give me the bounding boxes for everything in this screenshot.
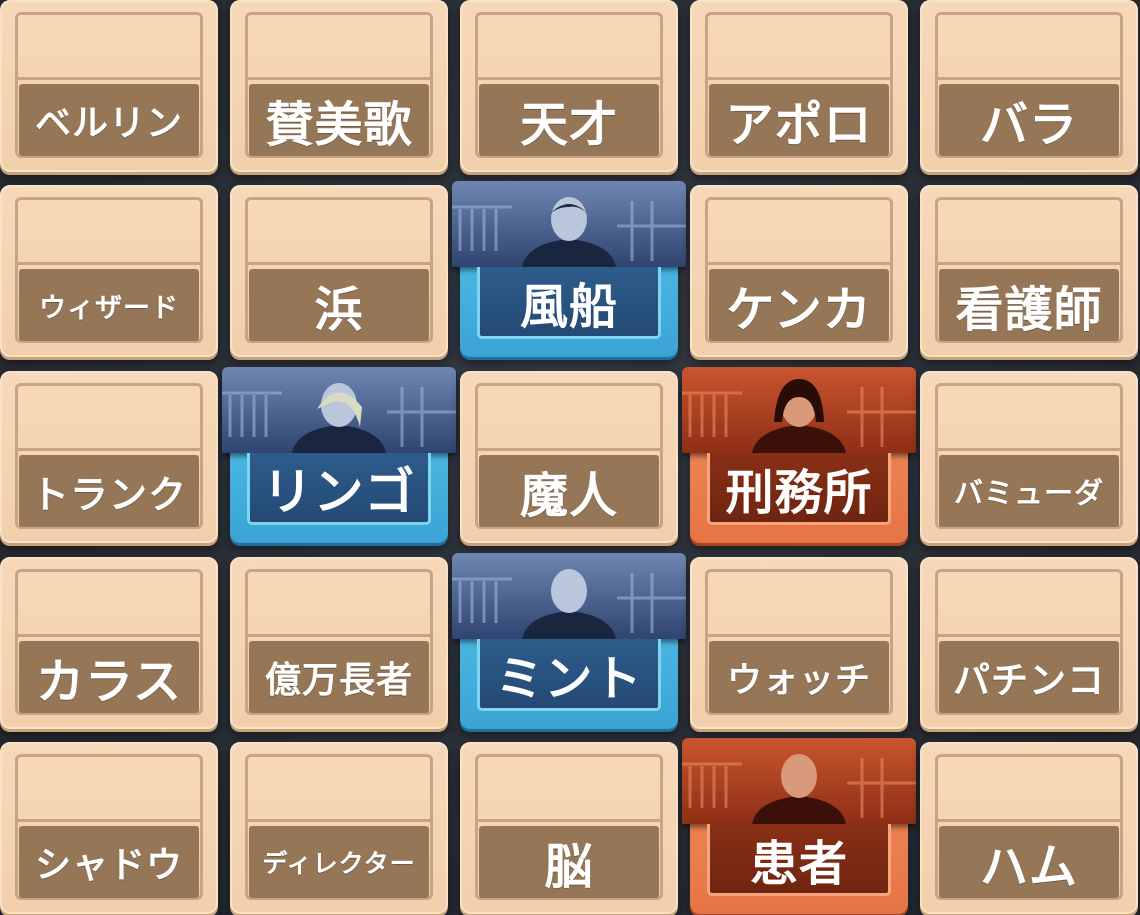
word-card[interactable]: ウィザード [0, 185, 218, 357]
word-card[interactable]: ハム [920, 742, 1138, 914]
card-word: バラ [939, 84, 1119, 156]
card-word: 刑務所 [707, 453, 891, 525]
agent-portrait-image [452, 553, 686, 639]
word-card[interactable]: トランク [0, 371, 218, 543]
word-card[interactable]: 天才 [460, 0, 678, 172]
agent-portrait-image [222, 367, 456, 453]
card-word: リンゴ [247, 453, 431, 525]
word-card[interactable]: バラ [920, 0, 1138, 172]
blue-agent-card[interactable]: リンゴ [222, 367, 456, 543]
card-word: ベルリン [19, 84, 199, 156]
card-word: 天才 [479, 84, 659, 156]
word-card[interactable]: バミューダ [920, 371, 1138, 543]
word-card[interactable]: 賛美歌 [230, 0, 448, 172]
word-card[interactable]: 浜 [230, 185, 448, 357]
card-word: 脳 [479, 826, 659, 898]
card-word: パチンコ [939, 641, 1119, 713]
card-word: 魔人 [479, 455, 659, 527]
card-word: ディレクター [249, 826, 429, 898]
game-board: ベルリン 賛美歌 天才 アポロ バラウィザード浜 風船 ケンカ 看護師トランク [0, 0, 1140, 915]
card-word: ケンカ [709, 269, 889, 341]
card-word: 浜 [249, 269, 429, 341]
card-word: カラス [19, 641, 199, 713]
blue-agent-card[interactable]: 風船 [452, 181, 686, 357]
card-word: アポロ [709, 84, 889, 156]
card-word: 風船 [477, 267, 661, 339]
word-card[interactable]: カラス [0, 557, 218, 729]
word-card[interactable]: ベルリン [0, 0, 218, 172]
word-card[interactable]: 億万長者 [230, 557, 448, 729]
agent-portrait-image [452, 181, 686, 267]
card-word: バミューダ [939, 455, 1119, 527]
card-word: トランク [19, 455, 199, 527]
card-word: シャドウ [19, 826, 199, 898]
card-word: ウォッチ [709, 641, 889, 713]
word-card[interactable]: シャドウ [0, 742, 218, 914]
word-card[interactable]: ケンカ [690, 185, 908, 357]
word-card[interactable]: ディレクター [230, 742, 448, 914]
red-agent-card[interactable]: 患者 [682, 738, 916, 914]
word-card[interactable]: アポロ [690, 0, 908, 172]
word-card[interactable]: ウォッチ [690, 557, 908, 729]
card-word: ハム [939, 826, 1119, 898]
card-word: ウィザード [19, 269, 199, 341]
card-word: ミント [477, 639, 661, 711]
card-word: 患者 [707, 824, 891, 896]
card-word: 億万長者 [249, 641, 429, 713]
word-card[interactable]: パチンコ [920, 557, 1138, 729]
card-word: 看護師 [939, 269, 1119, 341]
word-card[interactable]: 看護師 [920, 185, 1138, 357]
word-card[interactable]: 脳 [460, 742, 678, 914]
red-agent-card[interactable]: 刑務所 [682, 367, 916, 543]
blue-agent-card[interactable]: ミント [452, 553, 686, 729]
card-word: 賛美歌 [249, 84, 429, 156]
agent-portrait-image [682, 738, 916, 824]
word-card[interactable]: 魔人 [460, 371, 678, 543]
agent-portrait-image [682, 367, 916, 453]
